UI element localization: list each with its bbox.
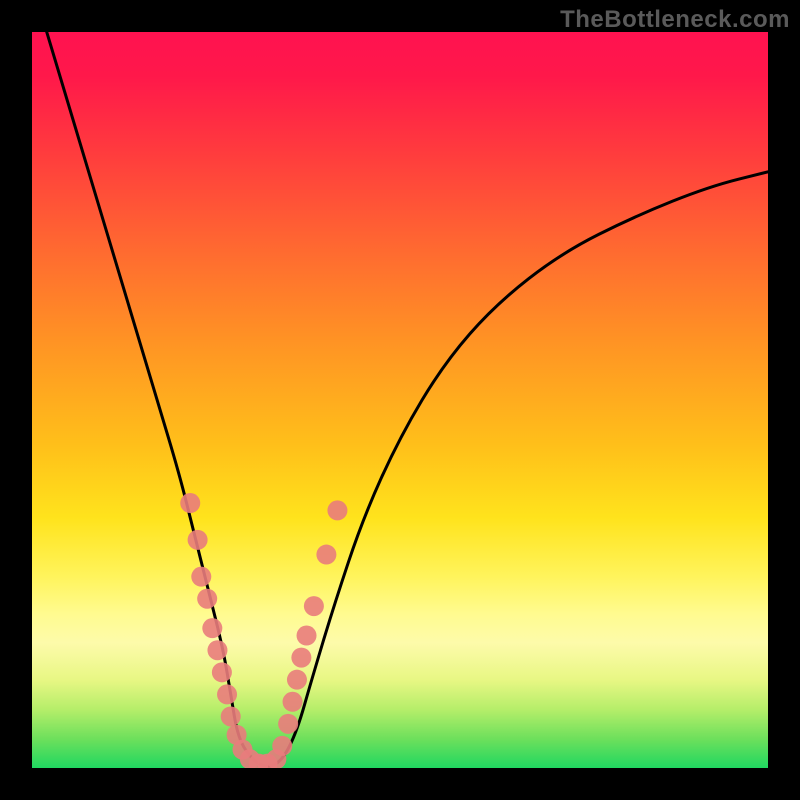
sample-dot	[272, 736, 292, 756]
sample-dot	[217, 684, 237, 704]
sample-dot	[197, 589, 217, 609]
watermark-text: TheBottleneck.com	[560, 6, 790, 34]
sample-dot	[188, 530, 208, 550]
sample-dot	[207, 640, 227, 660]
sample-dot	[291, 648, 311, 668]
sample-dot	[316, 545, 336, 565]
sample-dot	[283, 692, 303, 712]
sample-dot	[221, 706, 241, 726]
sample-dot	[180, 493, 200, 513]
sample-dot	[287, 670, 307, 690]
bottleneck-curve	[47, 32, 768, 766]
sample-dot	[191, 567, 211, 587]
plot-area	[32, 32, 768, 768]
sample-dot	[278, 714, 298, 734]
sample-dot	[304, 596, 324, 616]
sample-dot	[202, 618, 222, 638]
sample-dot	[212, 662, 232, 682]
highlighted-samples-group	[180, 493, 347, 768]
sample-dot	[327, 500, 347, 520]
sample-dot	[297, 626, 317, 646]
chart-svg	[32, 32, 768, 768]
chart-frame: TheBottleneck.com	[0, 0, 800, 800]
